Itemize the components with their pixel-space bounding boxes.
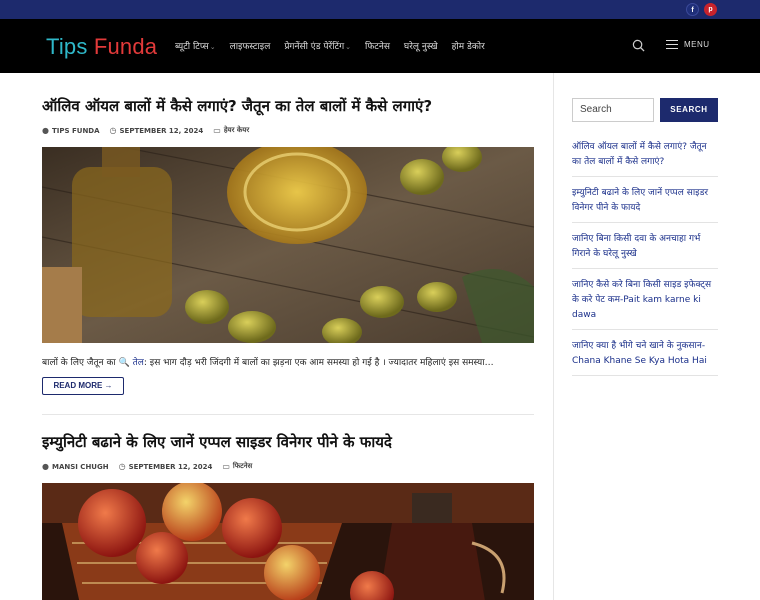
pinterest-icon[interactable]: p — [704, 3, 717, 16]
post-category[interactable]: हेयर केयर — [224, 126, 249, 135]
excerpt-link[interactable]: 🔍 तेल — [119, 358, 144, 368]
menu-button[interactable]: MENU — [666, 40, 710, 49]
post-author[interactable]: MANSI CHUGH — [52, 463, 109, 471]
chevron-down-icon: ⌄ — [209, 43, 216, 51]
clock-icon: ◷ — [118, 462, 126, 471]
top-bar: f p — [0, 0, 760, 19]
site-logo[interactable]: Tips Funda — [46, 34, 157, 60]
post-featured-image[interactable] — [42, 147, 534, 343]
folder-icon: ▭ — [222, 462, 230, 471]
nav-item-home-decor[interactable]: होम डेकोर — [452, 39, 485, 52]
recent-post-link[interactable]: जानिए कैसे करे बिना किसी साइड इफेक्ट्स क… — [572, 276, 718, 330]
post-date: SEPTEMBER 12, 2024 — [128, 462, 213, 471]
user-icon: ● — [42, 462, 49, 471]
nav-item-fitness[interactable]: फिटनेस — [365, 39, 390, 52]
user-icon: ● — [42, 126, 49, 135]
search-icon[interactable] — [632, 39, 645, 52]
post-meta: ● MANSI CHUGH ◷ SEPTEMBER 12, 2024 ▭ फिटनेस — [42, 462, 534, 471]
recent-posts-list: ऑलिव ऑयल बालों में कैसे लगाएं? जैतून का … — [572, 138, 718, 383]
nav-item-beauty-tips[interactable]: ब्यूटी टिप्स⌄ — [175, 39, 216, 52]
search-button[interactable]: SEARCH — [660, 98, 718, 122]
post-excerpt: बालों के लिए जैतून का 🔍 तेल: इस भाग दौड़… — [42, 358, 494, 368]
recent-post-link[interactable]: ऑलिव ऑयल बालों में कैसे लगाएं? जैतून का … — [572, 138, 718, 177]
nav-item-lifestyle[interactable]: लाइफस्टाइल — [230, 39, 271, 52]
logo-part-funda: Funda — [93, 34, 158, 59]
nav-links: ब्यूटी टिप्स⌄ लाइफस्टाइल प्रेगनेंसी एंड … — [175, 39, 485, 52]
post-divider — [42, 414, 534, 415]
post-category[interactable]: फिटनेस — [233, 462, 252, 471]
facebook-icon[interactable]: f — [686, 3, 699, 16]
recent-post-link[interactable]: इम्युनिटी बढाने के लिए जानें एप्पल साइडर… — [572, 184, 718, 223]
post-title[interactable]: इम्युनिटी बढाने के लिए जानें एप्पल साइडर… — [42, 432, 534, 452]
main-navbar: Tips Funda ब्यूटी टिप्स⌄ लाइफस्टाइल प्रे… — [0, 19, 760, 73]
hamburger-icon — [666, 40, 678, 49]
clock-icon: ◷ — [109, 126, 117, 135]
nav-item-home-remedies[interactable]: घरेलू नुस्खे — [404, 39, 438, 52]
recent-post-link[interactable]: जानिए बिना किसी दवा के अनचाहा गर्भ गिरान… — [572, 230, 718, 269]
post-date: SEPTEMBER 12, 2024 — [119, 126, 204, 135]
folder-icon: ▭ — [213, 126, 221, 135]
post-title[interactable]: ऑलिव ऑयल बालों में कैसे लगाएं? जैतून का … — [42, 96, 534, 116]
post-featured-image[interactable] — [42, 483, 534, 600]
recent-post-link[interactable]: जानिए क्या है भीगे चने खाने के नुकसान-Ch… — [572, 337, 718, 376]
search-input[interactable]: Search — [572, 98, 654, 122]
post-meta: ● TIPS FUNDA ◷ SEPTEMBER 12, 2024 ▭ हेयर के… — [42, 126, 534, 135]
logo-part-tips: Tips — [46, 34, 88, 59]
read-more-button[interactable]: READ MORE → — [42, 377, 124, 395]
post-author[interactable]: TIPS FUNDA — [52, 127, 100, 135]
nav-item-pregnancy-parenting[interactable]: प्रेगनेंसी एंड पेरेंटिंग⌄ — [284, 39, 351, 52]
chevron-down-icon: ⌄ — [345, 43, 352, 51]
sidebar-divider — [553, 73, 554, 600]
